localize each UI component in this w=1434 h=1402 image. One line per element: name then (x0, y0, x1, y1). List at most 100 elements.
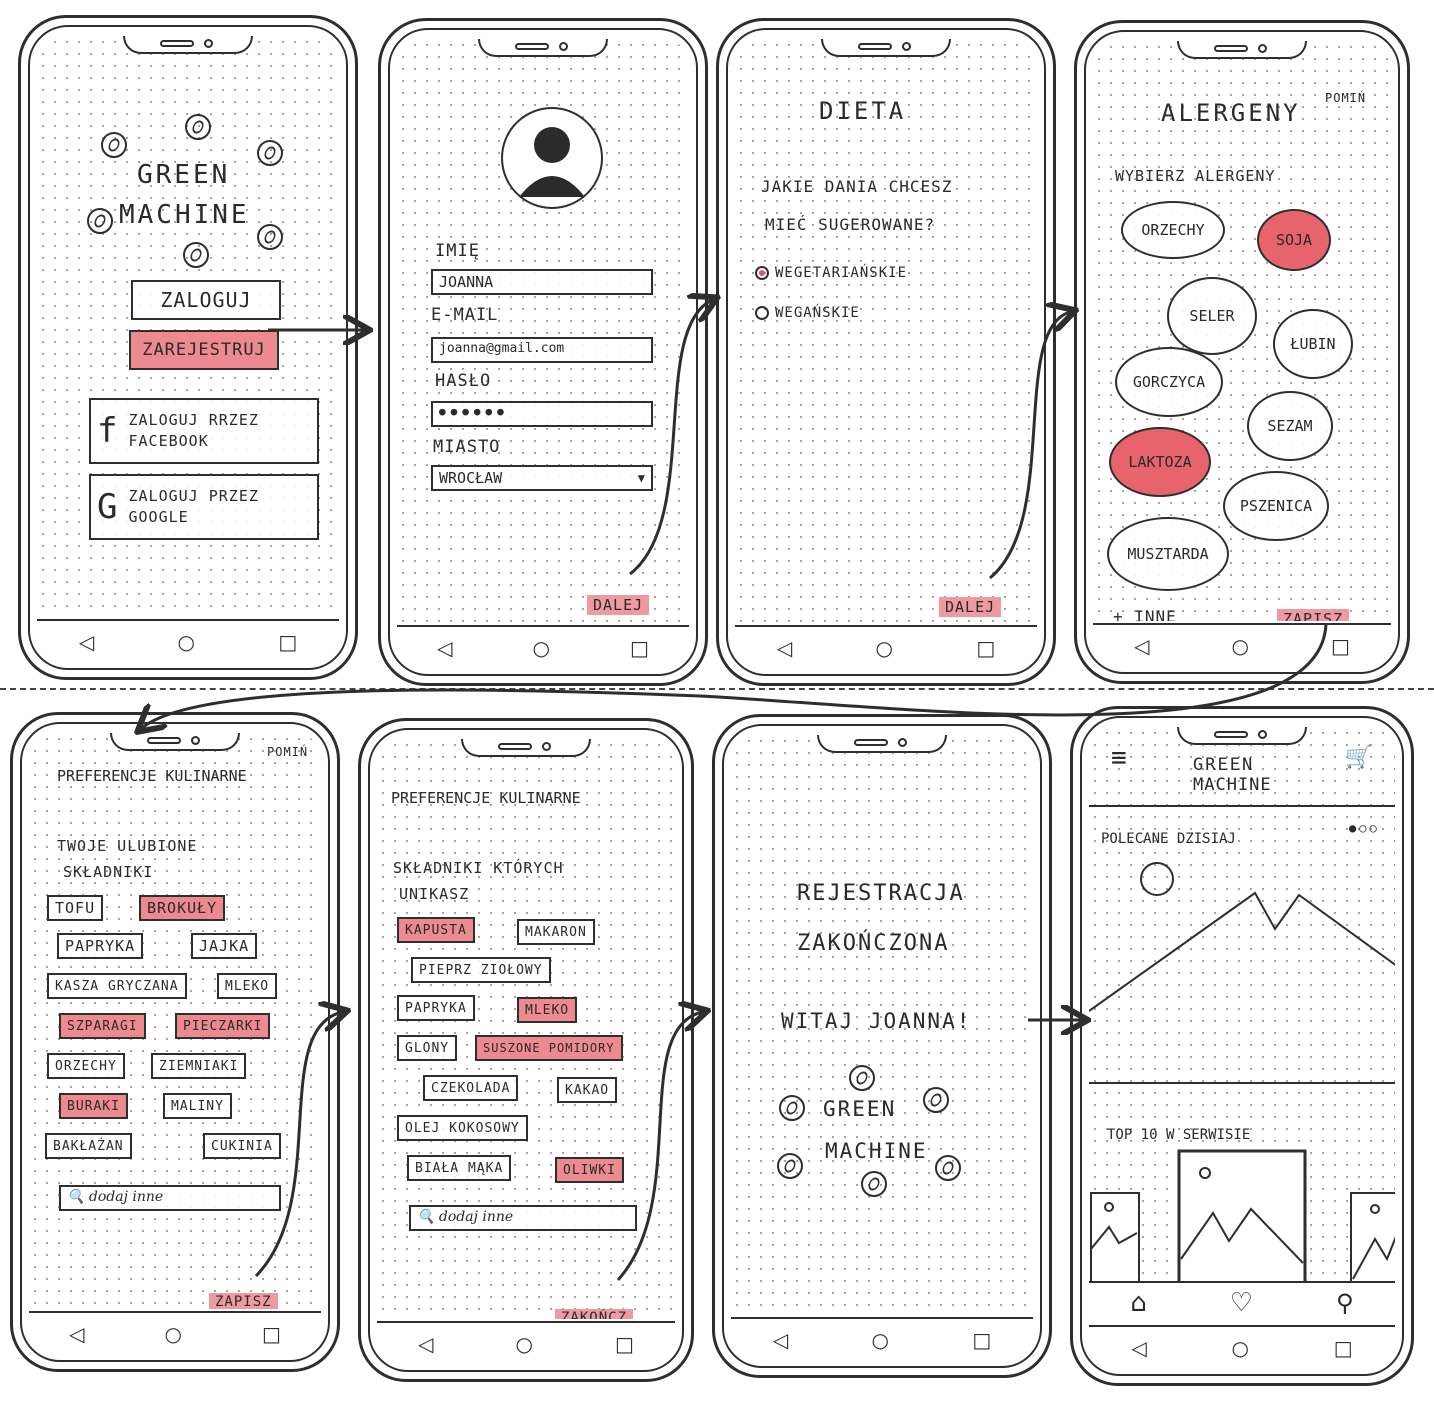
ingredient-chip[interactable]: BIAŁA MĄKA (407, 1155, 512, 1181)
recent-apps-icon[interactable]: □ (630, 638, 649, 658)
back-icon[interactable]: ◁ (437, 638, 452, 658)
ingredient-chip-selected[interactable]: BROKUŁY (139, 895, 226, 921)
login-button[interactable]: ZALOGUJ (131, 280, 281, 320)
ingredient-chip-selected[interactable]: SZPARAGI (59, 1013, 146, 1039)
ingredient-chip[interactable]: KASZA GRYCZANA (47, 973, 187, 999)
ingredient-chip[interactable]: JAJKA (191, 933, 258, 959)
allergen-seler[interactable]: SELER (1167, 277, 1257, 355)
ingredient-chip[interactable]: BAKŁAŻAN (45, 1133, 132, 1159)
ingredient-chip-selected[interactable]: KAPUSTA (397, 917, 475, 943)
home-icon[interactable]: ○ (178, 632, 195, 652)
home-icon[interactable]: ○ (1232, 1338, 1249, 1358)
search-input[interactable]: 🔍 dodaj inne (59, 1185, 281, 1211)
email-input[interactable]: joanna@gmail.com (431, 337, 653, 363)
ingredient-chip[interactable]: TOFU (47, 895, 104, 921)
radio-selected-icon[interactable] (755, 266, 769, 280)
ingredient-chip-selected[interactable]: SUSZONE POMIDORY (475, 1035, 623, 1061)
allergen-sezam[interactable]: SEZAM (1247, 391, 1333, 461)
recent-apps-icon[interactable]: □ (1334, 1338, 1353, 1358)
ingredient-chip[interactable]: OLEJ KOKOSOWY (397, 1115, 528, 1141)
home-icon[interactable]: ○ (872, 1330, 889, 1350)
recent-apps-icon[interactable]: □ (976, 638, 995, 658)
register-button[interactable]: ZAREJESTRUJ (129, 330, 279, 370)
city-value: WROCŁAW (439, 469, 503, 487)
logo-scribble (777, 1153, 803, 1179)
diet-option-vegan[interactable]: WEGAŃSKIE (755, 305, 860, 321)
allergen-lubin[interactable]: ŁUBIN (1273, 309, 1353, 379)
ingredient-chip[interactable]: PAPRYKA (397, 995, 475, 1021)
ingredient-chip[interactable]: CZEKOLADA (423, 1075, 519, 1101)
allergen-musztarda[interactable]: MUSZTARDA (1107, 517, 1229, 591)
allergen-pszenica[interactable]: PSZENICA (1223, 471, 1329, 541)
home-icon[interactable]: ○ (876, 638, 893, 658)
recent-apps-icon[interactable]: □ (615, 1334, 634, 1354)
logo-scribble (257, 224, 283, 250)
back-icon[interactable]: ◁ (79, 632, 94, 652)
ingredient-chip[interactable]: MALINY (163, 1093, 232, 1119)
ingredient-chip-selected[interactable]: OLIWKI (555, 1157, 624, 1183)
recent-apps-icon[interactable]: □ (1331, 636, 1350, 656)
search-placeholder: 🔍 dodaj inne (67, 1189, 164, 1205)
back-icon[interactable]: ◁ (777, 638, 792, 658)
next-button[interactable]: DALEJ (587, 595, 650, 615)
allergen-soja[interactable]: SOJA (1257, 209, 1331, 271)
recommended-image[interactable] (1089, 851, 1395, 1091)
allergen-orzechy[interactable]: ORZECHY (1121, 201, 1225, 259)
allergen-gorczyca[interactable]: GORCZYCA (1115, 347, 1223, 417)
save-button[interactable]: ZAPISZ (1277, 609, 1350, 621)
recent-apps-icon[interactable]: □ (972, 1330, 991, 1350)
avatar-icon[interactable] (497, 103, 607, 213)
recent-apps-icon[interactable]: □ (262, 1324, 281, 1344)
favorites-tab-icon[interactable]: ♡ (1230, 1288, 1253, 1318)
back-icon[interactable]: ◁ (1134, 636, 1149, 656)
home-icon[interactable]: ○ (516, 1334, 533, 1354)
ingredient-chip[interactable]: PAPRYKA (57, 933, 144, 959)
home-tab-icon[interactable]: ⌂ (1130, 1288, 1147, 1318)
finish-button[interactable]: ZAKOŃCZ (555, 1309, 634, 1319)
skip-link[interactable]: POMIŃ (267, 745, 308, 759)
ingredient-chip[interactable]: KAKAO (557, 1077, 618, 1103)
skip-link[interactable]: POMIŃ (1325, 91, 1366, 105)
facebook-login-button[interactable]: f ZALOGUJ RRZEZ FACEBOOK (89, 398, 319, 464)
password-input[interactable]: ●●●●●● (431, 401, 653, 427)
ingredient-chip-selected[interactable]: MLEKO (517, 997, 578, 1023)
cart-icon[interactable]: 🛒 (1345, 745, 1373, 770)
next-button[interactable]: DALEJ (939, 597, 1002, 617)
ingredient-chip[interactable]: ORZECHY (47, 1053, 125, 1079)
ingredient-chip[interactable]: MLEKO (217, 973, 278, 999)
phone-home: ≡ GREEN MACHINE 🛒 POLECANE DZISIAJ ●○○ T… (1070, 706, 1414, 1386)
ingredient-chip[interactable]: CUKINIA (203, 1133, 281, 1159)
recent-apps-icon[interactable]: □ (278, 632, 297, 652)
ingredient-chip[interactable]: GLONY (397, 1035, 458, 1061)
phone-allergens: ALERGENY POMIŃ WYBIERZ ALERGENY ORZECHY … (1074, 20, 1410, 684)
name-input[interactable]: JOANNA (431, 269, 653, 295)
ingredient-chip-selected[interactable]: BURAKI (59, 1093, 128, 1119)
ingredient-chip[interactable]: PIEPRZ ZIOŁOWY (411, 957, 551, 983)
radio-icon[interactable] (755, 306, 769, 320)
notch (123, 36, 253, 54)
google-login-button[interactable]: G ZALOGUJ PRZEZ GOOGLE (89, 474, 319, 540)
search-input[interactable]: 🔍 dodaj inne (409, 1205, 637, 1231)
diet-option-vegetarian[interactable]: WEGETARIAŃSKIE (755, 265, 907, 281)
back-icon[interactable]: ◁ (773, 1330, 788, 1350)
search-tab-icon[interactable]: ⚲ (1336, 1289, 1354, 1317)
back-icon[interactable]: ◁ (69, 1324, 84, 1344)
back-icon[interactable]: ◁ (1131, 1338, 1146, 1358)
google-login-label: GOOGLE (128, 508, 189, 526)
back-icon[interactable]: ◁ (418, 1334, 433, 1354)
google-login-label: ZALOGUJ PRZEZ (128, 487, 259, 505)
save-button[interactable]: ZAPISZ (209, 1293, 278, 1309)
ingredient-chip[interactable]: ZIEMNIAKI (151, 1053, 247, 1079)
ingredient-chip-selected[interactable]: PIECZARKI (175, 1013, 271, 1039)
notch (1177, 727, 1307, 745)
notch (461, 739, 591, 757)
add-other-button[interactable]: + INNE (1113, 607, 1177, 621)
home-icon[interactable]: ○ (533, 638, 550, 658)
menu-icon[interactable]: ≡ (1111, 743, 1128, 773)
ingredient-chip[interactable]: MAKARON (517, 919, 595, 945)
allergen-laktoza[interactable]: LAKTOZA (1109, 427, 1211, 497)
home-icon[interactable]: ○ (1232, 636, 1249, 656)
favorites-subtitle-line2: SKŁADNIKI (63, 863, 154, 881)
city-select[interactable]: WROCŁAW ▼ (431, 465, 653, 491)
home-icon[interactable]: ○ (165, 1324, 182, 1344)
